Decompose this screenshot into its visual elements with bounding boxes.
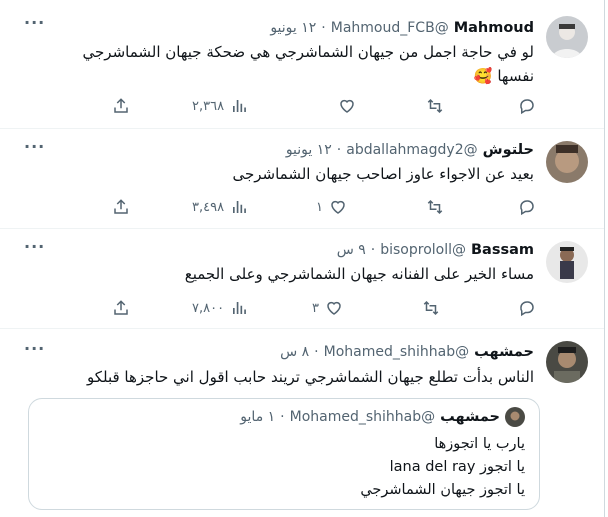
retweet-button[interactable] xyxy=(426,195,444,219)
reply-button[interactable] xyxy=(518,296,536,320)
retweet-button[interactable] xyxy=(426,94,444,118)
reply-button[interactable] xyxy=(518,94,536,118)
quoted-display-name: حمشهب xyxy=(440,409,500,425)
tweet-header: Mahmoud @Mahmoud_FCB · ١٢ يونيو xyxy=(60,17,534,39)
tweet-1[interactable]: Mahmoud @Mahmoud_FCB · ١٢ يونيو ··· لو ف… xyxy=(0,0,604,128)
heart-icon xyxy=(340,99,354,113)
like-button[interactable]: ٣ xyxy=(312,296,343,320)
retweet-icon xyxy=(423,300,439,316)
tweet-3[interactable]: Bassam @bisoprololl · ٩ س ··· مساء الخير… xyxy=(0,229,604,328)
user-handle[interactable]: @Mahmoud_FCB xyxy=(331,20,449,36)
like-button[interactable]: ١ xyxy=(316,195,347,219)
tweet-text: مساء الخير على الفنانه جيهان الشماشرجي و… xyxy=(184,265,534,283)
more-options-icon[interactable]: ··· xyxy=(24,339,45,358)
reply-icon xyxy=(520,99,534,115)
timestamp[interactable]: ٨ س xyxy=(280,344,309,360)
like-count: ٣ xyxy=(312,300,319,316)
share-icon xyxy=(114,300,128,315)
share-icon xyxy=(114,98,128,113)
user-handle[interactable]: @bisoprololl xyxy=(380,242,466,258)
tweet-4[interactable]: حمشهب @Mohamed_shihhab · ٨ س ··· الناس ب… xyxy=(0,329,604,517)
share-icon xyxy=(114,199,128,214)
heart-icon xyxy=(331,200,345,214)
reply-icon xyxy=(520,200,534,216)
tweet-header: حمشهب @Mohamed_shihhab · ٨ س xyxy=(60,341,534,363)
timestamp[interactable]: ١٢ يونيو xyxy=(270,20,316,36)
separator-dot: · xyxy=(280,409,285,425)
retweet-icon xyxy=(427,199,443,215)
more-options-icon[interactable]: ··· xyxy=(24,13,45,32)
quoted-avatar xyxy=(505,407,525,427)
timestamp[interactable]: ٩ س xyxy=(337,242,366,258)
separator-dot: · xyxy=(321,20,326,36)
avatar[interactable] xyxy=(546,341,588,383)
tweet-2[interactable]: حلتوش @abdallahmagdy2 · ١٢ يونيو ··· بعي… xyxy=(0,129,604,228)
display-name[interactable]: Bassam xyxy=(471,242,534,258)
tweet-text: الناس بدأت تطلع جيهان الشماشرجي تريند حا… xyxy=(86,368,534,386)
more-options-icon[interactable]: ··· xyxy=(24,237,45,256)
user-handle[interactable]: @abdallahmagdy2 xyxy=(346,142,477,158)
timestamp[interactable]: ١٢ يونيو xyxy=(286,142,332,158)
separator-dot: · xyxy=(370,242,376,258)
avatar[interactable] xyxy=(546,141,588,183)
share-button[interactable] xyxy=(112,94,130,118)
views-icon xyxy=(233,201,246,213)
views-icon xyxy=(233,302,246,314)
share-button[interactable] xyxy=(112,296,130,320)
views-button[interactable]: ٣,٤٩٨ xyxy=(192,195,248,219)
views-icon xyxy=(233,100,246,112)
avatar[interactable] xyxy=(546,16,588,58)
avatar[interactable] xyxy=(546,241,588,283)
separator-dot: · xyxy=(314,344,319,360)
separator-dot: · xyxy=(336,142,342,158)
tweet-actions: ٢,٣٦٨ xyxy=(0,94,604,118)
views-count: ٢,٣٦٨ xyxy=(192,98,225,114)
like-count: ١ xyxy=(316,199,323,215)
like-button[interactable] xyxy=(332,94,356,118)
quoted-tweet-header: حمشهب @Mohamed_shihhab · ١ مايو xyxy=(240,407,525,427)
quoted-tweet-text: يارب يا اتجوزها يا اتجوز lana del ray يا… xyxy=(360,436,525,498)
reply-icon xyxy=(520,301,534,317)
share-button[interactable] xyxy=(112,195,130,219)
views-button[interactable]: ٢,٣٦٨ xyxy=(192,94,248,118)
views-count: ٣,٤٩٨ xyxy=(192,199,225,215)
tweet-header: حلتوش @abdallahmagdy2 · ١٢ يونيو xyxy=(60,139,534,161)
views-button[interactable]: ٧,٨٠٠ xyxy=(192,296,248,320)
quoted-user-handle: @Mohamed_shihhab xyxy=(289,409,436,425)
views-count: ٧,٨٠٠ xyxy=(192,300,225,316)
more-options-icon[interactable]: ··· xyxy=(24,137,45,156)
heart-icon xyxy=(327,301,341,315)
tweet-header: Bassam @bisoprololl · ٩ س xyxy=(60,239,534,261)
user-handle[interactable]: @Mohamed_shihhab xyxy=(324,344,470,360)
timeline-border xyxy=(604,0,605,517)
display-name[interactable]: حمشهب xyxy=(474,344,534,360)
display-name[interactable]: حلتوش xyxy=(483,142,534,158)
display-name[interactable]: Mahmoud xyxy=(454,20,534,36)
retweet-icon xyxy=(427,98,443,114)
tweet-text: لو في حاجة اجمل من جيهان الشماشرجي هي ضح… xyxy=(82,43,534,85)
quoted-timestamp: ١ مايو xyxy=(240,409,276,425)
quoted-tweet[interactable]: حمشهب @Mohamed_shihhab · ١ مايو يارب يا … xyxy=(28,398,540,510)
retweet-button[interactable] xyxy=(422,296,440,320)
reply-button[interactable] xyxy=(518,195,536,219)
tweet-actions: ٣,٤٩٨ ١ xyxy=(0,195,604,219)
tweet-text: بعيد عن الاجواء عاوز اصاحب جيهان الشماشر… xyxy=(232,165,534,183)
tweet-actions: ٧,٨٠٠ ٣ xyxy=(0,296,604,320)
